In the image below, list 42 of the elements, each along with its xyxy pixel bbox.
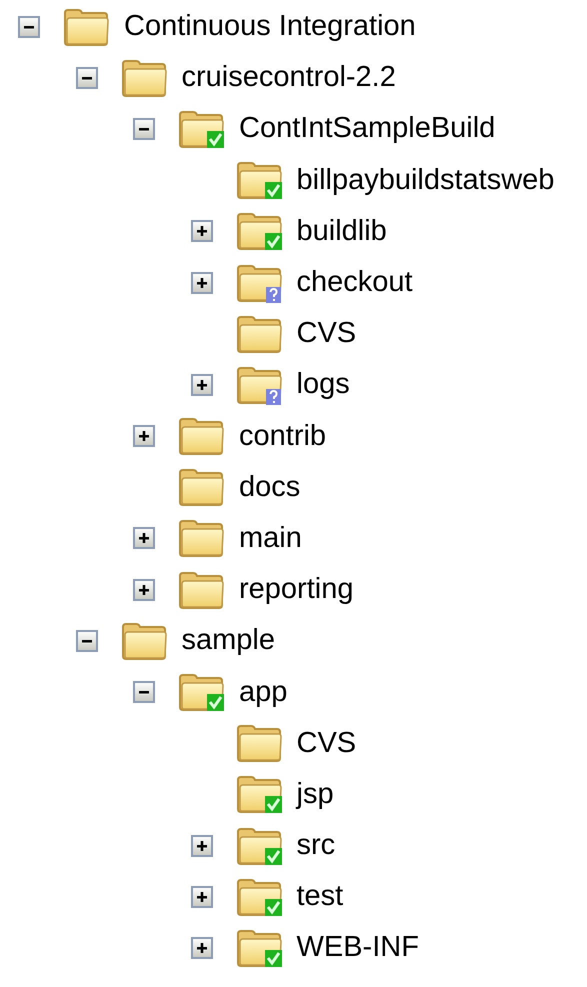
folder-label[interactable]: jsp [296,780,334,809]
folder-label[interactable]: checkout [296,268,413,298]
folder-label[interactable]: WEB-INF [296,933,419,962]
folder-icon [177,416,225,456]
collapse-icon[interactable] [133,118,155,140]
expand-icon[interactable] [190,834,212,857]
folder-label[interactable]: CVS [296,728,356,758]
collapse-icon[interactable] [133,681,155,704]
folder-label[interactable]: Continuous Integration [124,12,416,42]
folder-label[interactable]: cruisecontrol-2.2 [182,63,396,92]
folder-icon [120,620,168,661]
folder-label[interactable]: main [239,524,302,553]
folder-icon [234,314,282,354]
expand-icon[interactable] [190,272,212,294]
expand-icon[interactable] [190,886,212,908]
folder-label[interactable]: ContIntSampleBuild [239,114,496,144]
folder-label[interactable]: billpaybuildstatsweb [296,166,554,195]
folder-icon [120,58,168,98]
folder-label[interactable]: test [296,882,344,912]
expand-icon[interactable] [190,220,212,242]
folder-label[interactable]: docs [239,472,300,502]
collapse-icon[interactable] [18,16,40,38]
expand-icon[interactable] [190,374,212,396]
folder-label[interactable]: buildlib [296,216,387,246]
collapse-icon[interactable] [76,630,98,652]
folder-icon [177,518,225,558]
folder-icon [234,723,282,764]
collapse-icon[interactable] [76,66,98,89]
folder-label[interactable]: logs [296,370,350,400]
expand-icon[interactable] [133,425,155,448]
folder-icon [62,6,110,47]
folder-label[interactable]: reporting [239,575,354,604]
expand-icon[interactable] [133,578,155,601]
folder-label[interactable]: CVS [296,319,356,348]
folder-label[interactable]: app [239,678,288,707]
expand-icon[interactable] [133,527,155,550]
expand-icon[interactable] [190,936,212,959]
folder-label[interactable]: contrib [239,422,326,451]
folder-icon [177,570,225,610]
folder-label[interactable]: sample [182,626,275,656]
folder-label[interactable]: src [296,831,336,860]
folder-icon [177,467,225,508]
